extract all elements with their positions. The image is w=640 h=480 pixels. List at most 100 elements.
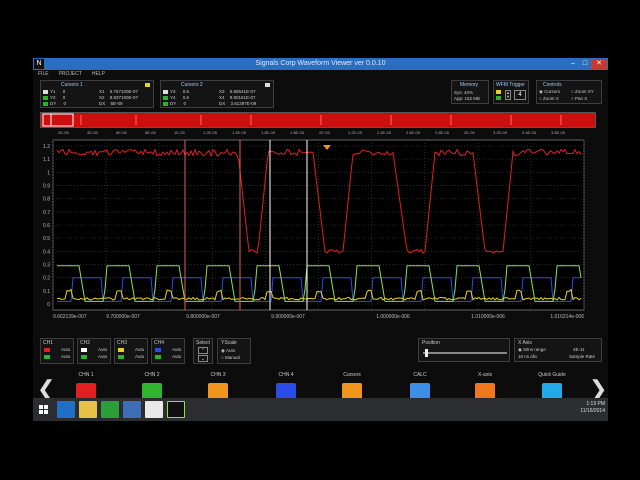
label-dx2: DX	[219, 101, 226, 106]
channel-enable-toggle[interactable]	[44, 355, 50, 359]
value-x2: 9.837100E-07	[109, 95, 139, 100]
cursor-y4-toggle[interactable]	[163, 95, 168, 100]
start-button[interactable]	[35, 401, 53, 418]
menu-file[interactable]: FILE	[38, 70, 49, 79]
channel-panel-4[interactable]: CH4 Auto Auto	[151, 338, 185, 364]
overview-bar[interactable]	[40, 112, 596, 128]
overview-tick-label: 2.4E-05	[377, 130, 392, 135]
overview-tick-label: 3.4E-05	[522, 130, 537, 135]
tool-chn3-label: CHN 3	[210, 372, 226, 378]
y-tick-label: 0.8	[43, 197, 50, 203]
cursor-dy2-toggle[interactable]	[163, 101, 168, 106]
cursors2-color-swatch	[265, 83, 270, 87]
overview-window[interactable]	[42, 113, 74, 127]
position-slider-thumb[interactable]	[425, 349, 428, 357]
yscale-auto-label: Auto	[225, 348, 236, 353]
menu-project[interactable]: PROJECT	[59, 70, 82, 79]
xaxis-title: X Axis	[518, 340, 532, 346]
xaxis-range-option[interactable]: ◉ 50ns range	[518, 347, 546, 353]
y-tick-label: 0.4	[43, 249, 50, 255]
position-title: Position	[422, 340, 440, 346]
cursors1-panel: Cursors 1 Y1 0 Y2 0 DY 0 X1 9.767100E-07…	[40, 80, 154, 108]
minimize-button[interactable]: –	[567, 59, 579, 69]
trigger-indicator-2[interactable]	[496, 96, 501, 100]
radio-zoom-xy[interactable]: ○ Zoom XY	[571, 89, 594, 94]
channel-auto-a: Auto	[61, 347, 71, 352]
radio-zoom-x[interactable]: ○ Zoom X	[539, 96, 559, 101]
cursor-y3-toggle[interactable]	[163, 89, 168, 94]
overview-tick-label: 2.8E-05	[435, 130, 450, 135]
menu-help[interactable]: HELP	[92, 70, 105, 79]
xaxis-div-label: 10 ns /div	[518, 354, 538, 359]
channel-color-swatch[interactable]	[155, 348, 161, 352]
channel-name: CH4	[154, 340, 165, 346]
trigger-value[interactable]: 4	[514, 90, 526, 100]
store-taskbar-icon[interactable]	[101, 401, 119, 418]
yscale-panel: YScale ◉ Auto ○ Manual	[217, 338, 251, 364]
label-dy2: DY	[170, 101, 177, 106]
channel-name: CH3	[117, 340, 128, 346]
label-y1: Y1	[50, 89, 56, 94]
overview-tick-label: 2E-06	[58, 130, 69, 135]
label-y2: Y2	[50, 95, 56, 100]
channel-controls-row: CH1 Auto Auto CH2 Auto Auto CH3 Auto Auto CH4 Auto…	[33, 336, 608, 370]
channel-enable-toggle[interactable]	[155, 355, 161, 359]
overview-tick-label: 2.2E-05	[348, 130, 363, 135]
y-tick-label: 1	[47, 170, 50, 176]
select-up-button[interactable]: ⌃	[198, 347, 208, 354]
cursors2-panel: Cursors 2 Y3 0.6 Y4 0.6 DY 0 X3 9.86541E…	[160, 80, 274, 108]
memory-app: App: 162 MB	[454, 96, 481, 101]
cursor-y1-toggle[interactable]	[43, 89, 48, 94]
app-taskbar-icon[interactable]	[123, 401, 141, 418]
xaxis-panel: X Axis ◉ 50ns range 10 ns /div 4E-11 Sam…	[514, 338, 602, 362]
yscale-manual-radio[interactable]: ○ Manual	[221, 355, 240, 360]
system-tray[interactable]: 1:19 PM 11/16/2014	[580, 401, 605, 415]
channel-color-swatch[interactable]	[118, 348, 124, 352]
y-tick-label: 0.2	[43, 276, 50, 282]
value-y3: 0.6	[182, 89, 190, 94]
trigger-spinner[interactable]: ▲ ▼	[505, 90, 511, 100]
channel-panel-3[interactable]: CH3 Auto Auto	[114, 338, 148, 364]
channel-color-swatch[interactable]	[81, 348, 87, 352]
window-title: Signals Corp Waveform Viewer ver 0.0.10	[255, 60, 386, 67]
channel-auto-a: Auto	[98, 347, 108, 352]
maximize-button[interactable]: □	[579, 59, 591, 69]
waveform-svg[interactable]: 1.2 1.1 1 0.9 0.8 0.7 0.6 0.5 0.4 0.3 0.2 0.1 0 9.66…	[33, 138, 608, 338]
channel-panel-2[interactable]: CH2 Auto Auto	[77, 338, 111, 364]
cursor-y2-toggle[interactable]	[43, 95, 48, 100]
position-slider-track[interactable]	[423, 352, 507, 354]
channel-enable-toggle[interactable]	[118, 355, 124, 359]
y-tick-label: 0.7	[43, 210, 50, 216]
overview-tick-label: 1E-05	[174, 130, 185, 135]
close-button[interactable]: ✕	[591, 59, 607, 69]
channel-enable-toggle[interactable]	[81, 355, 87, 359]
y-tick-label: 0.9	[43, 184, 50, 190]
radio-pan-x[interactable]: ○ Pan X	[571, 96, 587, 101]
yscale-manual-label: Manual	[224, 355, 240, 360]
channel-panel-1[interactable]: CH1 Auto Auto	[40, 338, 74, 364]
yscale-auto-radio[interactable]: ◉ Auto	[221, 348, 235, 354]
cursor-dy-toggle[interactable]	[43, 101, 48, 106]
app-icon: N	[34, 59, 44, 69]
ie-taskbar-icon[interactable]	[57, 401, 75, 418]
cursors1-color-swatch	[145, 83, 150, 87]
windows-logo-icon	[39, 405, 48, 414]
x-axis-label: 9.900000e-007	[271, 314, 305, 320]
channel-color-swatch[interactable]	[44, 348, 50, 352]
xaxis-div-option[interactable]: 10 ns /div	[518, 354, 537, 359]
cursors1-title: Cursors 1	[61, 82, 83, 88]
overview-tick-label: 2.6E-05	[406, 130, 421, 135]
explorer-taskbar-icon[interactable]	[79, 401, 97, 418]
document-taskbar-icon[interactable]	[145, 401, 163, 418]
waveform-plot[interactable]: 1.2 1.1 1 0.9 0.8 0.7 0.6 0.5 0.4 0.3 0.2 0.1 0 9.66…	[33, 138, 608, 338]
overview-tick-label: 4E-06	[87, 130, 98, 135]
windows-taskbar: 1:19 PM 11/16/2014	[33, 398, 608, 421]
label-y3: Y3	[170, 89, 176, 94]
x-axis-label: 9.800000e-007	[186, 314, 220, 320]
overview-tick-label: 3E-05	[464, 130, 475, 135]
radio-cursors[interactable]: ◉ Cursors	[539, 89, 560, 95]
waveform-viewer-taskbar-icon[interactable]	[167, 401, 185, 418]
select-down-button[interactable]: ⌄	[198, 355, 208, 362]
value-x4: 9.90161E-07	[229, 95, 256, 100]
trigger-indicator-1[interactable]	[496, 90, 501, 94]
